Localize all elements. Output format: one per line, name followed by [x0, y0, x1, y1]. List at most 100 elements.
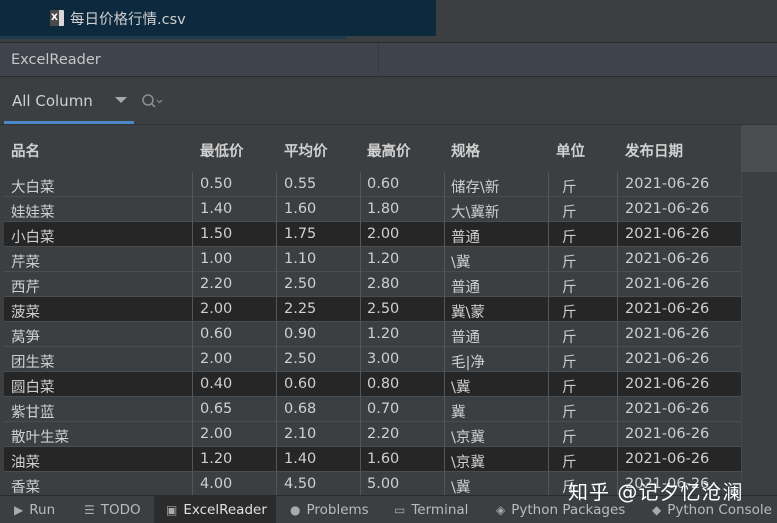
cell-spec[interactable]: 冀	[451, 401, 466, 422]
cell-date[interactable]: 2021-06-26	[625, 251, 709, 267]
cell-unit[interactable]: 斤	[562, 226, 577, 247]
table-row[interactable]: 大白菜 0.50 0.55 0.60 储存\新 斤 2021-06-26	[4, 172, 741, 197]
editor-tab-csv[interactable]: 每日价格行情.csv	[0, 0, 436, 36]
cell-max-price[interactable]: 1.20	[367, 251, 399, 267]
cell-min-price[interactable]: 0.50	[200, 176, 232, 192]
cell-name[interactable]: 团生菜	[11, 351, 55, 372]
cell-unit[interactable]: 斤	[562, 176, 577, 197]
cell-min-price[interactable]: 1.50	[200, 226, 232, 242]
cell-spec[interactable]: \冀	[451, 476, 470, 495]
tool-excelreader-button[interactable]: ▣ ExcelReader	[154, 496, 276, 523]
cell-date[interactable]: 2021-06-26	[625, 401, 709, 417]
cell-date[interactable]: 2021-06-26	[625, 176, 709, 192]
cell-unit[interactable]: 斤	[562, 301, 577, 322]
column-header-min[interactable]: 最低价	[200, 140, 244, 161]
tool-problems-button[interactable]: ● Problems	[290, 496, 369, 523]
cell-date[interactable]: 2021-06-26	[625, 451, 709, 467]
cell-avg-price[interactable]: 0.60	[284, 376, 316, 392]
cell-spec[interactable]: 普通	[451, 226, 480, 247]
column-header-unit[interactable]: 单位	[556, 140, 585, 161]
cell-max-price[interactable]: 1.80	[367, 201, 399, 217]
column-header-date[interactable]: 发布日期	[625, 140, 683, 161]
cell-avg-price[interactable]: 1.10	[284, 251, 316, 267]
cell-unit[interactable]: 斤	[562, 426, 577, 447]
cell-avg-price[interactable]: 2.50	[284, 276, 316, 292]
cell-avg-price[interactable]: 2.10	[284, 426, 316, 442]
table-row[interactable]: 小白菜 1.50 1.75 2.00 普通 斤 2021-06-26	[4, 222, 741, 247]
cell-unit[interactable]: 斤	[562, 376, 577, 397]
table-row[interactable]: 紫甘蓝 0.65 0.68 0.70 冀 斤 2021-06-26	[4, 397, 741, 422]
cell-name[interactable]: 香菜	[11, 476, 40, 495]
cell-min-price[interactable]: 2.00	[200, 351, 232, 367]
vertical-scrollbar[interactable]	[741, 172, 777, 495]
cell-avg-price[interactable]: 0.90	[284, 326, 316, 342]
cell-avg-price[interactable]: 2.25	[284, 301, 316, 317]
table-row[interactable]: 莴笋 0.60 0.90 1.20 普通 斤 2021-06-26	[4, 322, 741, 347]
cell-min-price[interactable]: 0.40	[200, 376, 232, 392]
table-row[interactable]: 娃娃菜 1.40 1.60 1.80 大\冀新 斤 2021-06-26	[4, 197, 741, 222]
cell-date[interactable]: 2021-06-26	[625, 201, 709, 217]
column-select-dropdown[interactable]: All Column	[4, 77, 134, 124]
table-row[interactable]: 油菜 1.20 1.40 1.60 \京冀 斤 2021-06-26	[4, 447, 741, 472]
cell-max-price[interactable]: 2.20	[367, 426, 399, 442]
cell-name[interactable]: 莴笋	[11, 326, 40, 347]
cell-avg-price[interactable]: 1.60	[284, 201, 316, 217]
cell-spec[interactable]: \冀	[451, 251, 470, 272]
cell-min-price[interactable]: 2.00	[200, 301, 232, 317]
cell-unit[interactable]: 斤	[562, 351, 577, 372]
cell-spec[interactable]: 大\冀新	[451, 201, 499, 222]
cell-avg-price[interactable]: 1.40	[284, 451, 316, 467]
cell-max-price[interactable]: 0.80	[367, 376, 399, 392]
cell-name[interactable]: 油菜	[11, 451, 40, 472]
cell-avg-price[interactable]: 0.68	[284, 401, 316, 417]
cell-max-price[interactable]: 0.70	[367, 401, 399, 417]
column-header-avg[interactable]: 平均价	[284, 140, 328, 161]
cell-max-price[interactable]: 3.00	[367, 351, 399, 367]
tool-terminal-button[interactable]: ▭ Terminal	[394, 496, 468, 523]
cell-spec[interactable]: 毛|净	[451, 351, 485, 372]
cell-name[interactable]: 散叶生菜	[11, 426, 69, 447]
cell-date[interactable]: 2021-06-26	[625, 226, 709, 242]
cell-name[interactable]: 大白菜	[11, 176, 55, 197]
cell-date[interactable]: 2021-06-26	[625, 276, 709, 292]
cell-unit[interactable]: 斤	[562, 276, 577, 297]
cell-max-price[interactable]: 5.00	[367, 476, 399, 492]
cell-spec[interactable]: \京冀	[451, 426, 485, 447]
cell-max-price[interactable]: 1.20	[367, 326, 399, 342]
cell-name[interactable]: 娃娃菜	[11, 201, 55, 222]
cell-min-price[interactable]: 1.20	[200, 451, 232, 467]
cell-name[interactable]: 芹菜	[11, 251, 40, 272]
cell-name[interactable]: 小白菜	[11, 226, 55, 247]
cell-max-price[interactable]: 2.80	[367, 276, 399, 292]
cell-min-price[interactable]: 4.00	[200, 476, 232, 492]
cell-min-price[interactable]: 2.20	[200, 276, 232, 292]
cell-spec[interactable]: 储存\新	[451, 176, 499, 197]
cell-min-price[interactable]: 1.40	[200, 201, 232, 217]
column-header-spec[interactable]: 规格	[451, 140, 480, 161]
table-row[interactable]: 西芹 2.20 2.50 2.80 普通 斤 2021-06-26	[4, 272, 741, 297]
cell-avg-price[interactable]: 4.50	[284, 476, 316, 492]
cell-unit[interactable]: 斤	[562, 451, 577, 472]
table-row[interactable]: 圆白菜 0.40 0.60 0.80 \冀 斤 2021-06-26	[4, 372, 741, 397]
search-icon[interactable]	[141, 93, 163, 109]
column-header-max[interactable]: 最高价	[367, 140, 411, 161]
cell-spec[interactable]: 普通	[451, 276, 480, 297]
cell-max-price[interactable]: 0.60	[367, 176, 399, 192]
cell-unit[interactable]: 斤	[562, 251, 577, 272]
table-row[interactable]: 芹菜 1.00 1.10 1.20 \冀 斤 2021-06-26	[4, 247, 741, 272]
cell-min-price[interactable]: 1.00	[200, 251, 232, 267]
cell-avg-price[interactable]: 1.75	[284, 226, 316, 242]
tool-run-button[interactable]: ▶ Run	[14, 496, 55, 523]
cell-name[interactable]: 菠菜	[11, 301, 40, 322]
cell-date[interactable]: 2021-06-26	[625, 326, 709, 342]
cell-avg-price[interactable]: 2.50	[284, 351, 316, 367]
cell-unit[interactable]: 斤	[562, 201, 577, 222]
cell-max-price[interactable]: 1.60	[367, 451, 399, 467]
cell-date[interactable]: 2021-06-26	[625, 301, 709, 317]
cell-min-price[interactable]: 0.60	[200, 326, 232, 342]
cell-unit[interactable]: 斤	[562, 401, 577, 422]
cell-spec[interactable]: 冀\蒙	[451, 301, 485, 322]
cell-min-price[interactable]: 0.65	[200, 401, 232, 417]
cell-name[interactable]: 圆白菜	[11, 376, 55, 397]
cell-date[interactable]: 2021-06-26	[625, 376, 709, 392]
